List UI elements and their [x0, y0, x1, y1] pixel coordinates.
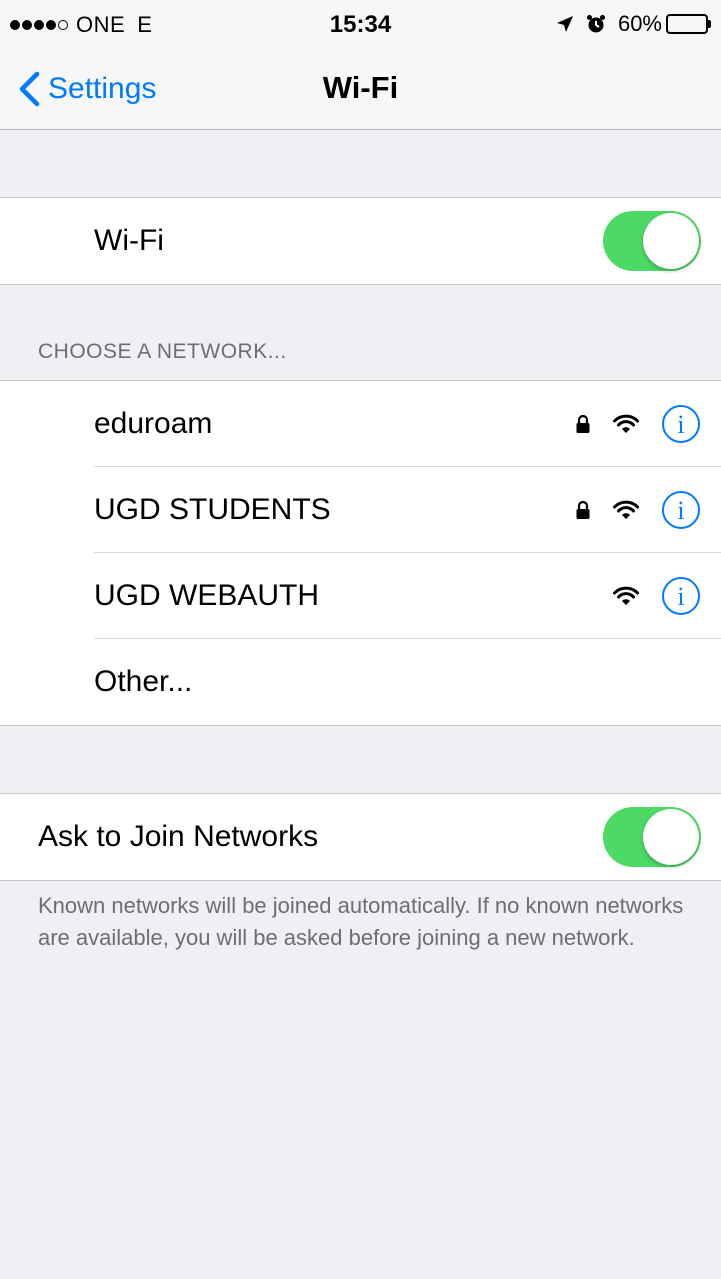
svg-text:i: i — [677, 410, 684, 439]
battery-icon — [666, 14, 711, 34]
lock-icon — [575, 414, 591, 434]
wifi-signal-icon — [613, 500, 639, 520]
network-row-other[interactable]: Other... — [0, 639, 721, 725]
section-header-networks: CHOOSE A NETWORK... — [38, 340, 287, 363]
svg-text:i: i — [677, 496, 684, 525]
wifi-toggle-group: Wi-Fi — [0, 197, 721, 285]
network-name: eduroam — [94, 407, 213, 440]
battery-percent: 60% — [617, 11, 662, 36]
network-list: eduroam i UGD STUDENTS i UGD WEBAUTH i O… — [0, 380, 721, 726]
wifi-toggle[interactable] — [603, 211, 701, 271]
ask-to-join-toggle[interactable] — [603, 807, 701, 867]
network-name: UGD STUDENTS — [94, 493, 331, 526]
info-icon[interactable]: i — [661, 576, 701, 616]
wifi-label: Wi-Fi — [94, 224, 164, 257]
wifi-signal-icon — [613, 414, 639, 434]
info-icon[interactable]: i — [661, 490, 701, 530]
status-bar: ONE E 15:34 60% — [0, 0, 721, 48]
location-arrow-icon — [556, 15, 574, 33]
network-row-ugd-webauth[interactable]: UGD WEBAUTH i — [0, 553, 721, 639]
info-icon[interactable]: i — [661, 404, 701, 444]
wifi-toggle-row: Wi-Fi — [0, 198, 721, 284]
ask-to-join-description: Known networks will be joined automatica… — [38, 893, 684, 950]
network-row-eduroam[interactable]: eduroam i — [0, 381, 721, 467]
ask-to-join-label: Ask to Join Networks — [38, 820, 319, 853]
ask-to-join-row: Ask to Join Networks — [0, 794, 721, 880]
svg-text:i: i — [677, 582, 684, 611]
page-title: Wi-Fi — [322, 70, 399, 105]
other-network-label: Other... — [94, 665, 193, 698]
wifi-signal-icon — [613, 586, 639, 606]
network-name: UGD WEBAUTH — [94, 579, 319, 612]
network-row-ugd-students[interactable]: UGD STUDENTS i — [0, 467, 721, 553]
lock-icon — [575, 500, 591, 520]
ask-to-join-group: Ask to Join Networks — [0, 793, 721, 881]
status-right: 60% — [556, 11, 711, 37]
navigation-bar: Settings Wi-Fi — [0, 48, 721, 130]
alarm-clock-icon — [586, 14, 606, 34]
